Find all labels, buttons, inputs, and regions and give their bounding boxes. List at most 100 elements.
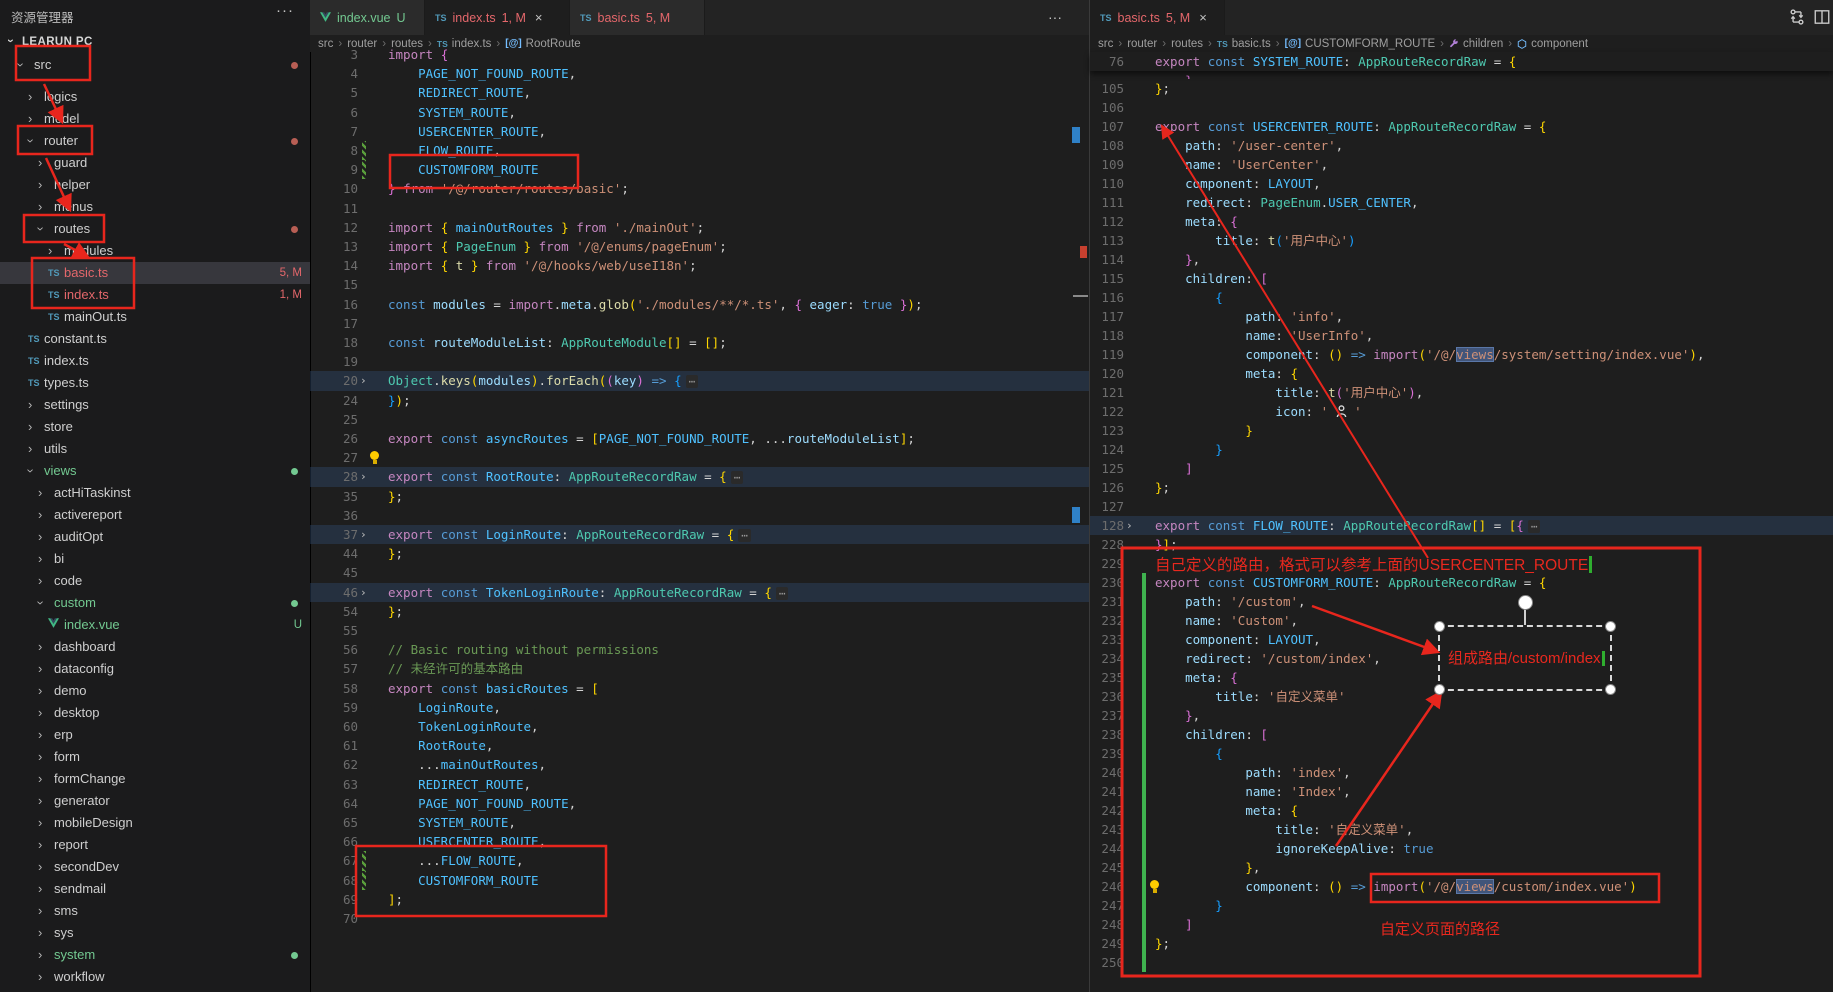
close-icon[interactable]: × <box>535 10 543 25</box>
lightbulb-icon[interactable] <box>368 450 381 465</box>
lightbulb-icon[interactable] <box>1148 879 1161 894</box>
sidebar-item-index-ts[interactable]: TSindex.ts <box>0 350 310 372</box>
item-label: index.ts <box>44 350 89 372</box>
tab-basic-ts[interactable]: TSbasic.ts5, M× <box>1090 0 1225 35</box>
sidebar-item-router[interactable]: ›router <box>0 130 310 152</box>
line-number: 124 <box>1090 440 1124 459</box>
code-line-250: 250 <box>1090 953 1833 972</box>
sidebar-item-seconddev[interactable]: ›secondDev <box>0 856 310 878</box>
folded-code-ellipsis[interactable]: ⋯ <box>731 471 744 484</box>
line-number: 24 <box>310 391 358 410</box>
sidebar-item-report[interactable]: ›report <box>0 834 310 856</box>
sidebar-item-index-ts[interactable]: TSindex.ts1, M <box>0 284 310 306</box>
folded-code-ellipsis[interactable]: ⋯ <box>776 587 789 600</box>
sidebar-item-acthitaskinst[interactable]: ›actHiTaskinst <box>0 482 310 504</box>
gutter: › <box>358 583 384 602</box>
tab-basic-ts[interactable]: TSbasic.ts5, M <box>570 0 705 35</box>
sidebar-item-index-vue[interactable]: index.vueU <box>0 614 310 636</box>
gutter <box>358 506 384 525</box>
fold-chevron-icon[interactable]: › <box>360 525 367 544</box>
breadcrumb-item-routes[interactable]: routes <box>1171 38 1203 50</box>
tab-index-vue[interactable]: index.vueU <box>310 0 425 35</box>
sidebar-item-menus[interactable]: ›menus <box>0 196 310 218</box>
folded-code-ellipsis[interactable]: ⋯ <box>738 529 751 542</box>
code-editor-right[interactable]: 105};106107export const USERCENTER_ROUTE… <box>1090 79 1833 992</box>
sidebar-item-code[interactable]: ›code <box>0 570 310 592</box>
sidebar-item-logics[interactable]: ›logics <box>0 86 310 108</box>
sidebar-item-form[interactable]: ›form <box>0 746 310 768</box>
sidebar-item-sms[interactable]: ›sms <box>0 900 310 922</box>
code-line-120: 120 meta: { <box>1090 364 1833 383</box>
sidebar-item-system[interactable]: ›system <box>0 944 310 966</box>
sidebar-item-views[interactable]: ›views <box>0 460 310 482</box>
sidebar-item-utils[interactable]: ›utils <box>0 438 310 460</box>
code-line-234: 234 redirect: '/custom/index', <box>1090 649 1833 668</box>
open-changes-icon[interactable] <box>1788 8 1806 31</box>
split-editor-icon[interactable] <box>1813 8 1831 31</box>
chevron-right-icon: › <box>38 152 42 174</box>
sidebar-item-desktop[interactable]: ›desktop <box>0 702 310 724</box>
sidebar-item-modules[interactable]: ›modules <box>0 240 310 262</box>
sidebar-item-types-ts[interactable]: TStypes.ts <box>0 372 310 394</box>
breadcrumb-item-router[interactable]: router <box>1127 38 1157 50</box>
sidebar-item-auditopt[interactable]: ›auditOpt <box>0 526 310 548</box>
sidebar-item-constant-ts[interactable]: TSconstant.ts <box>0 328 310 350</box>
sidebar-item-mainout-ts[interactable]: TSmainOut.ts <box>0 306 310 328</box>
folded-code-ellipsis[interactable]: ⋯ <box>1528 520 1541 533</box>
chevron-right-icon: › <box>38 548 42 570</box>
gutter <box>1124 307 1150 326</box>
fold-chevron-icon[interactable]: › <box>360 583 367 602</box>
sidebar-item-dataconfig[interactable]: ›dataconfig <box>0 658 310 680</box>
git-change-gutter-bar <box>1142 839 1146 858</box>
explorer-more-actions-icon[interactable]: ··· <box>276 2 294 19</box>
sidebar-item-formchange[interactable]: ›formChange <box>0 768 310 790</box>
item-label: custom <box>54 592 96 614</box>
sidebar-item-bi[interactable]: ›bi <box>0 548 310 570</box>
gutter <box>358 448 384 467</box>
sidebar-item-helper[interactable]: ›helper <box>0 174 310 196</box>
fold-chevron-icon[interactable]: › <box>360 371 367 390</box>
tab-index-ts[interactable]: TSindex.ts1, M× <box>425 0 570 35</box>
breadcrumb-item-children[interactable]: children <box>1449 38 1503 50</box>
breadcrumb-item-src[interactable]: src <box>1098 38 1113 50</box>
gutter <box>358 679 384 698</box>
git-modified-dot <box>291 468 298 475</box>
code-line-60: 60 TokenLoginRoute, <box>310 717 1089 736</box>
breadcrumb-item-component[interactable]: component <box>1517 38 1588 50</box>
gutter <box>358 122 384 141</box>
line-number: 19 <box>310 352 358 371</box>
sidebar-item-custom[interactable]: ›custom <box>0 592 310 614</box>
fold-chevron-icon[interactable]: › <box>360 467 367 486</box>
fold-chevron-icon[interactable]: › <box>1126 516 1133 535</box>
sidebar-item-sys[interactable]: ›sys <box>0 922 310 944</box>
code-editor-left[interactable]: 3import {4 PAGE_NOT_FOUND_ROUTE,5 REDIRE… <box>310 45 1089 992</box>
sidebar-item-routes[interactable]: ›routes <box>0 218 310 240</box>
editor-group-divider[interactable] <box>1089 0 1090 992</box>
sidebar-item-store[interactable]: ›store <box>0 416 310 438</box>
git-change-gutter-bar <box>1142 744 1146 763</box>
editor-actions-more-icon[interactable]: ··· <box>1048 9 1062 25</box>
sidebar-item-src[interactable]: ›src <box>0 54 310 76</box>
breadcrumb-item-customform_route[interactable]: [@]CUSTOMFORM_ROUTE <box>1285 38 1436 50</box>
sidebar-item-workflow[interactable]: ›workflow <box>0 966 310 988</box>
sidebar-item-guard[interactable]: ›guard <box>0 152 310 174</box>
breadcrumb-item-basic-ts[interactable]: TSbasic.ts <box>1217 38 1271 50</box>
sidebar-item-demo[interactable]: ›demo <box>0 680 310 702</box>
sidebar-item-basic-ts[interactable]: TSbasic.ts5, M <box>0 262 310 284</box>
gutter <box>1124 896 1150 915</box>
sidebar-item-erp[interactable]: ›erp <box>0 724 310 746</box>
sidebar-item-dashboard[interactable]: ›dashboard <box>0 636 310 658</box>
sidebar-item-mobiledesign[interactable]: ›mobileDesign <box>0 812 310 834</box>
item-label: model <box>44 108 79 130</box>
chevron-right-icon: › <box>28 86 32 108</box>
sidebar-item-sendmail[interactable]: ›sendmail <box>0 878 310 900</box>
sidebar-item-activereport[interactable]: ›activereport <box>0 504 310 526</box>
workspace-section-header[interactable]: › LEARUN PC <box>0 32 310 54</box>
folded-code-ellipsis[interactable]: ⋯ <box>686 375 699 388</box>
gutter <box>358 775 384 794</box>
chevron-down-icon: › <box>19 469 41 473</box>
sidebar-item-generator[interactable]: ›generator <box>0 790 310 812</box>
sidebar-item-settings[interactable]: ›settings <box>0 394 310 416</box>
sidebar-item-model[interactable]: ›model <box>0 108 310 130</box>
close-icon[interactable]: × <box>1199 10 1207 25</box>
